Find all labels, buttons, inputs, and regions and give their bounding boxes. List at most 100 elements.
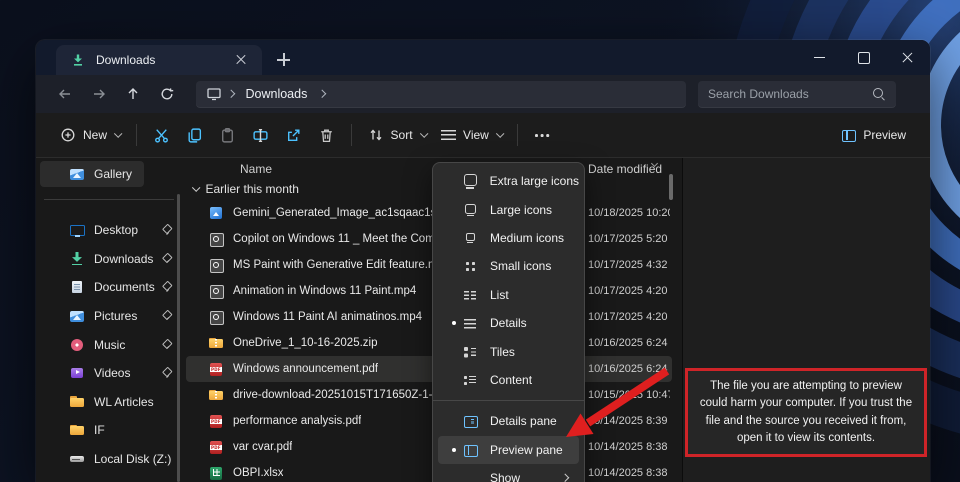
maximize-button[interactable] (842, 40, 886, 75)
cut-button[interactable] (145, 119, 178, 151)
pin-icon (162, 254, 172, 264)
tab-close-icon[interactable] (230, 49, 252, 71)
column-header-name[interactable]: Name (240, 162, 272, 176)
view-button[interactable]: View (433, 119, 509, 151)
table-row[interactable]: Windows 11 Paint AI animatinos.mp4 10/17… (186, 304, 672, 330)
menu-item-icon (462, 442, 478, 458)
menu-item[interactable]: Preview pane (438, 436, 579, 464)
search-input[interactable] (708, 87, 872, 101)
delete-button[interactable] (310, 119, 343, 151)
menu-item[interactable]: Small icons (438, 252, 579, 280)
group-header[interactable]: Earlier this month (192, 182, 299, 196)
file-date: 10/14/2025 8:38 (588, 460, 670, 482)
menu-item[interactable]: Details pane (438, 407, 579, 435)
sidebar-item[interactable]: Documents (36, 273, 182, 302)
this-pc-icon[interactable] (206, 86, 222, 102)
sidebar-item[interactable]: Local Disk (Z:) (36, 445, 182, 474)
nav-bar: Downloads (36, 75, 930, 113)
table-row[interactable]: Windows announcement.pdf 10/16/2025 6:24 (186, 356, 672, 382)
sidebar-item[interactable]: Downloads (36, 245, 182, 274)
table-row[interactable]: var cvar.pdf 10/14/2025 8:38 (186, 434, 672, 460)
sidebar-item-icon (69, 394, 85, 410)
menu-item[interactable]: Extra large icons (438, 167, 579, 195)
paste-button[interactable] (211, 119, 244, 151)
forward-icon (91, 86, 107, 102)
plus-circle-icon (60, 127, 76, 143)
file-name: Gemini_Generated_Image_ac1sqaac1sqaac (233, 207, 461, 219)
toolbar-separator (517, 124, 518, 146)
desktop-wallpaper: Downloads (0, 0, 960, 482)
sidebar-item-label: Music (94, 338, 125, 352)
forward-button[interactable] (82, 80, 116, 108)
pin-icon (162, 225, 172, 235)
paste-icon (219, 127, 236, 144)
sidebar-item-icon (69, 279, 85, 295)
refresh-button[interactable] (150, 80, 184, 108)
close-button[interactable] (886, 40, 930, 75)
sidebar-item[interactable]: WL (36, 473, 182, 482)
rename-icon (252, 127, 269, 144)
file-type-icon (208, 257, 224, 273)
up-button[interactable] (116, 80, 150, 108)
file-name: Windows announcement.pdf (233, 363, 378, 375)
breadcrumb[interactable]: Downloads (196, 81, 686, 108)
table-row[interactable]: drive-download-20251015T171650Z-1-001 10… (186, 382, 672, 408)
copy-button[interactable] (178, 119, 211, 151)
menu-item[interactable]: Large icons (438, 195, 579, 223)
tab-downloads[interactable]: Downloads (56, 45, 262, 75)
gallery-icon (69, 166, 85, 182)
share-button[interactable] (277, 119, 310, 151)
sidebar-item[interactable]: IF (36, 416, 182, 445)
menu-item[interactable]: Show (438, 464, 579, 482)
menu-item[interactable]: Details (438, 309, 579, 337)
menu-item-label: Small icons (490, 259, 551, 273)
sidebar-item[interactable]: WL Articles (36, 388, 182, 417)
list-scrollbar[interactable] (669, 174, 673, 200)
table-row[interactable]: Gemini_Generated_Image_ac1sqaac1sqaac 10… (186, 200, 672, 226)
pin-icon (162, 311, 172, 321)
search-box[interactable] (698, 81, 896, 108)
file-name: OneDrive_1_10-16-2025.zip (233, 337, 377, 349)
sidebar-scrollbar[interactable] (177, 194, 180, 482)
new-tab-button[interactable] (274, 50, 294, 70)
file-date: 10/17/2025 4:32 (588, 252, 670, 278)
back-button[interactable] (48, 80, 82, 108)
sidebar-item[interactable]: Videos (36, 359, 182, 388)
more-button[interactable] (526, 119, 558, 151)
chevron-down-icon (496, 130, 504, 138)
file-type-icon (208, 309, 224, 325)
toolbar: New Sort (36, 113, 930, 158)
file-name: MS Paint with Generative Edit feature.mp… (233, 259, 450, 271)
table-row[interactable]: OneDrive_1_10-16-2025.zip 10/16/2025 6:2… (186, 330, 672, 356)
rename-button[interactable] (244, 119, 277, 151)
sidebar-item[interactable]: Pictures (36, 302, 182, 331)
table-row[interactable]: Animation in Windows 11 Paint.mp4 10/17/… (186, 278, 672, 304)
sidebar-item-label: Documents (94, 280, 155, 294)
search-icon (872, 87, 886, 101)
chevron-down-icon (114, 130, 122, 138)
new-button[interactable]: New (52, 119, 128, 151)
sidebar-item[interactable]: Desktop (36, 216, 182, 245)
breadcrumb-item-downloads[interactable]: Downloads (246, 87, 308, 101)
menu-item[interactable]: Medium icons (438, 224, 579, 252)
file-type-icon (208, 231, 224, 247)
sidebar-item-gallery[interactable]: Gallery (40, 161, 144, 187)
sidebar-item-label: Desktop (94, 223, 138, 237)
menu-item[interactable]: Tiles (438, 337, 579, 365)
menu-item-label: Show (490, 471, 520, 482)
chevron-down-icon (420, 130, 428, 138)
menu-item[interactable]: Content (438, 366, 579, 394)
table-row[interactable]: Copilot on Windows 11 _ Meet the Compu 1… (186, 226, 672, 252)
table-row[interactable]: OBPI.xlsx 10/14/2025 8:38 (186, 460, 672, 482)
sort-button[interactable]: Sort (360, 119, 434, 151)
minimize-button[interactable] (798, 40, 842, 75)
menu-item[interactable]: List (438, 281, 579, 309)
file-type-icon (208, 361, 224, 377)
preview-toggle-button[interactable]: Preview (832, 119, 914, 151)
pin-icon (162, 340, 172, 350)
sidebar-item[interactable]: Music (36, 330, 182, 359)
table-row[interactable]: performance analysis.pdf 10/14/2025 8:39 (186, 408, 672, 434)
table-row[interactable]: MS Paint with Generative Edit feature.mp… (186, 252, 672, 278)
file-name: performance analysis.pdf (233, 415, 361, 427)
new-button-label: New (83, 128, 107, 142)
